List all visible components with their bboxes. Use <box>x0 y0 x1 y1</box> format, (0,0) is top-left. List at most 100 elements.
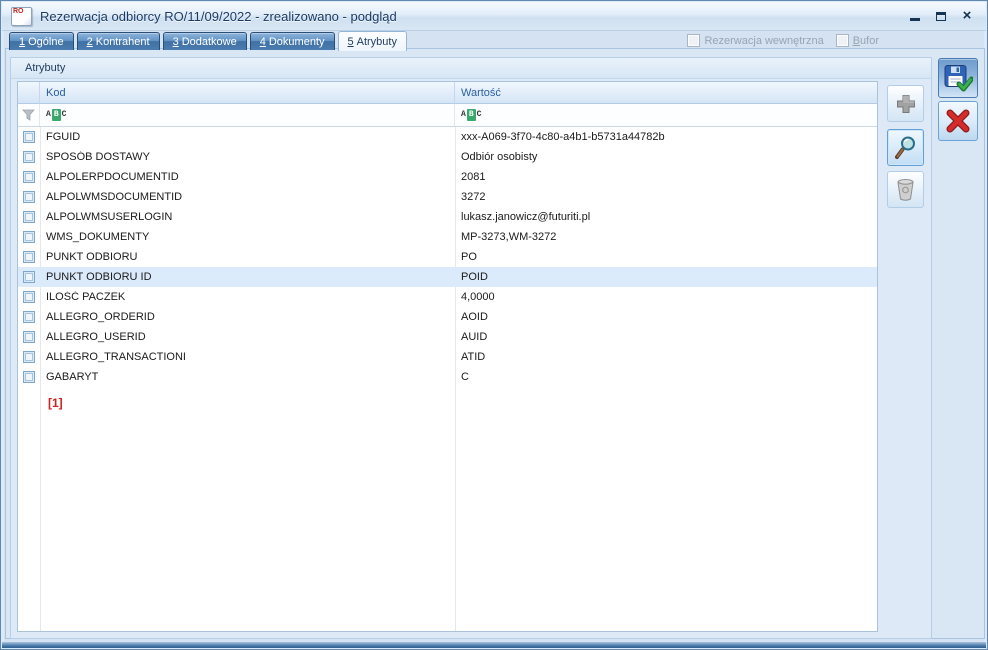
close-icon: × <box>963 9 972 23</box>
table-row[interactable]: GABARYT C <box>18 367 877 387</box>
cancel-button[interactable] <box>938 101 978 141</box>
cell-wartosc: POID <box>455 271 877 283</box>
cell-kod: PUNKT ODBIORU <box>40 251 455 263</box>
tab-kontrahent[interactable]: 2 Kontrahent <box>77 32 160 50</box>
table-row[interactable]: ALLEGRO_USERID AUID <box>18 327 877 347</box>
column-header-kod[interactable]: Kod <box>40 82 455 104</box>
cell-wartosc: 2081 <box>455 171 877 183</box>
row-checkbox[interactable] <box>23 191 35 203</box>
header-indicator-cell <box>18 82 40 104</box>
cell-kod: PUNKT ODBIORU ID <box>40 271 455 283</box>
table-row[interactable]: ALLEGRO_TRANSACTIONI ATID <box>18 347 877 367</box>
tab-label: Atrybuty <box>357 36 397 48</box>
row-checkbox[interactable] <box>23 251 35 263</box>
tab-label: Dodatkowe <box>182 36 237 48</box>
tab-atrybuty[interactable]: 5 Atrybuty <box>338 31 407 51</box>
cell-wartosc: xxx-A069-3f70-4c80-a4b1-b5731a44782b <box>455 131 877 143</box>
tab-dodatkowe[interactable]: 3 Dodatkowe <box>163 32 247 50</box>
table-header: Kod Wartość <box>18 82 877 104</box>
cell-wartosc: MP-3273,WM-3272 <box>455 231 877 243</box>
column-header-wartosc[interactable]: Wartość <box>455 82 877 104</box>
abc-filter-icon: ABC <box>461 109 481 121</box>
maximize-button[interactable] <box>934 9 948 23</box>
cell-kod: GABARYT <box>40 371 455 383</box>
window-title: Rezerwacja odbiorcy RO/11/09/2022 - zrea… <box>40 9 397 24</box>
minimize-button[interactable] <box>908 9 922 23</box>
row-checkbox[interactable] <box>23 331 35 343</box>
filter-funnel-icon <box>22 109 35 121</box>
row-select-cell <box>18 131 40 143</box>
close-button[interactable]: × <box>960 9 974 23</box>
cell-wartosc: ATID <box>455 351 877 363</box>
row-checkbox[interactable] <box>23 231 35 243</box>
row-checkbox[interactable] <box>23 131 35 143</box>
cell-wartosc: lukasz.janowicz@futuriti.pl <box>455 211 877 223</box>
tab-label: Dokumenty <box>269 36 325 48</box>
table-row[interactable]: ALPOLWMSUSERLOGIN lukasz.janowicz@futuri… <box>18 207 877 227</box>
window-bottom-edge <box>2 642 986 648</box>
row-checkbox[interactable] <box>23 171 35 183</box>
row-select-cell <box>18 291 40 303</box>
row-checkbox[interactable] <box>23 211 35 223</box>
row-select-cell <box>18 271 40 283</box>
cell-wartosc: 3272 <box>455 191 877 203</box>
row-select-cell <box>18 151 40 163</box>
tab-label: Kontrahent <box>96 36 150 48</box>
tab-label: Ogólne <box>28 36 63 48</box>
cell-kod: WMS_DOKUMENTY <box>40 231 455 243</box>
row-checkbox[interactable] <box>23 271 35 283</box>
tab-ogolne[interactable]: 1 Ogólne <box>9 32 74 50</box>
table-row[interactable]: PUNKT ODBIORU PO <box>18 247 877 267</box>
tab-accelerator: 3 <box>173 36 179 48</box>
filter-input-wartosc[interactable]: ABC <box>455 104 877 126</box>
row-select-cell <box>18 371 40 383</box>
tab-strip: 1 Ogólne 2 Kontrahent 3 Dodatkowe 4 Doku… <box>9 31 407 50</box>
add-attribute-button[interactable] <box>887 85 924 122</box>
table-row[interactable]: PUNKT ODBIORU ID POID <box>18 267 877 287</box>
row-count-label: [1] <box>48 396 877 410</box>
checkbox-rezerwacja-wewnetrzna[interactable]: Rezerwacja wewnętrzna <box>687 34 823 47</box>
row-checkbox[interactable] <box>23 351 35 363</box>
table-row[interactable]: SPOSÓB DOSTAWY Odbiór osobisty <box>18 147 877 167</box>
maximize-icon <box>936 12 946 21</box>
document-ro-icon-label: RO <box>13 8 24 15</box>
cell-kod: ALLEGRO_TRANSACTIONI <box>40 351 455 363</box>
row-checkbox[interactable] <box>23 291 35 303</box>
row-select-cell <box>18 251 40 263</box>
view-attribute-button[interactable] <box>887 129 924 166</box>
row-select-cell <box>18 171 40 183</box>
checkbox-icon <box>836 34 849 47</box>
panel-title: Atrybuty <box>11 58 931 79</box>
header-options: Rezerwacja wewnętrzna Bufor <box>687 34 879 47</box>
row-checkbox[interactable] <box>23 311 35 323</box>
table-row[interactable]: ALPOLWMSDOCUMENTID 3272 <box>18 187 877 207</box>
plus-icon <box>894 92 918 116</box>
tab-accelerator: 2 <box>87 36 93 48</box>
tab-dokumenty[interactable]: 4 Dokumenty <box>250 32 335 50</box>
tab-accelerator: 5 <box>348 36 354 48</box>
table-row[interactable]: FGUID xxx-A069-3f70-4c80-a4b1-b5731a4478… <box>18 127 877 147</box>
table-row[interactable]: ALPOLERPDOCUMENTID 2081 <box>18 167 877 187</box>
checkbox-icon <box>687 34 700 47</box>
filter-row: ABC ABC <box>18 104 877 127</box>
table-row[interactable]: WMS_DOKUMENTY MP-3273,WM-3272 <box>18 227 877 247</box>
table-row[interactable]: ALLEGRO_ORDERID AOID <box>18 307 877 327</box>
cell-kod: ALPOLWMSDOCUMENTID <box>40 191 455 203</box>
delete-attribute-button[interactable] <box>887 171 924 208</box>
checkbox-bufor[interactable]: Bufor <box>836 34 879 47</box>
save-button[interactable] <box>938 58 978 98</box>
title-bar: RO Rezerwacja odbiorcy RO/11/09/2022 - z… <box>2 2 986 31</box>
cell-kod: ALPOLERPDOCUMENTID <box>40 171 455 183</box>
table-row[interactable]: ILOŚĆ PACZEK 4,0000 <box>18 287 877 307</box>
cell-kod: ALPOLWMSUSERLOGIN <box>40 211 455 223</box>
row-checkbox[interactable] <box>23 151 35 163</box>
cell-wartosc: Odbiór osobisty <box>455 151 877 163</box>
table-body: FGUID xxx-A069-3f70-4c80-a4b1-b5731a4478… <box>18 127 877 387</box>
filter-input-kod[interactable]: ABC <box>40 104 455 126</box>
cell-wartosc: C <box>455 371 877 383</box>
cell-kod: ALLEGRO_USERID <box>40 331 455 343</box>
checkbox-label: Rezerwacja wewnętrzna <box>704 35 823 47</box>
minimize-icon <box>910 18 920 21</box>
row-select-cell <box>18 231 40 243</box>
row-checkbox[interactable] <box>23 371 35 383</box>
